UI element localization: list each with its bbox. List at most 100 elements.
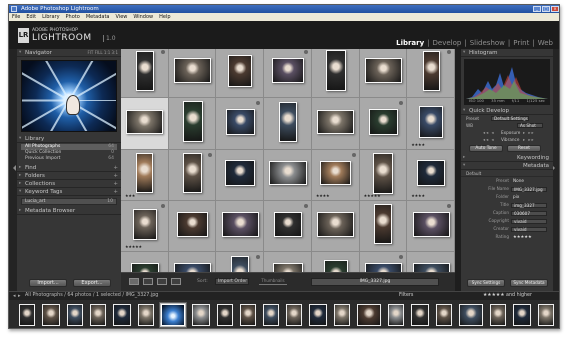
grid-cell[interactable] [359, 200, 408, 253]
photo-thumbnail[interactable] [176, 212, 209, 237]
grid-cell[interactable] [407, 200, 455, 253]
qd-wb-select[interactable]: As Shot [517, 123, 543, 128]
filmstrip-thumbnail[interactable] [334, 304, 350, 326]
photo-thumbnail[interactable] [182, 101, 203, 143]
photo-thumbnail[interactable] [135, 50, 154, 91]
exposure-increase-icon[interactable]: ▸ ▸▸ [523, 129, 535, 136]
filmstrip-thumbnail[interactable] [538, 304, 554, 326]
navigator-preview[interactable] [21, 60, 117, 132]
filmstrip-thumbnail[interactable] [309, 304, 327, 326]
filmstrip-thumbnail[interactable] [240, 304, 256, 326]
filmstrip-thumbnail[interactable] [357, 304, 381, 326]
grid-cell[interactable] [168, 252, 217, 272]
rating-stars[interactable]: ★★★★ [316, 193, 330, 198]
grid-cell[interactable]: ★★★★★ [359, 149, 408, 201]
module-develop[interactable]: Develop [433, 39, 462, 47]
import-button[interactable]: Import... [29, 279, 67, 287]
photo-thumbnail[interactable] [364, 263, 402, 272]
photo-thumbnail[interactable] [272, 58, 304, 83]
compare-view-icon[interactable] [157, 278, 167, 285]
grid-cell[interactable]: ★★★★ [407, 98, 455, 150]
grid-cell[interactable] [311, 200, 360, 253]
survey-view-icon[interactable] [171, 278, 181, 285]
find-add-icon[interactable]: + [113, 164, 118, 172]
photo-thumbnail[interactable] [132, 208, 157, 241]
filmstrip-thumbnail[interactable] [436, 304, 452, 326]
vibrance-increase-icon[interactable]: ▸ ▸▸ [523, 136, 535, 143]
module-web[interactable]: Web [538, 39, 553, 47]
photo-thumbnail[interactable] [279, 101, 297, 142]
grid-cell[interactable] [407, 49, 455, 99]
photo-thumbnail[interactable] [221, 212, 259, 237]
grid-cell[interactable]: ★★★★ [311, 149, 360, 201]
filmstrip-back-icon[interactable]: ◂ [13, 292, 16, 300]
filters-label[interactable]: Filters [399, 292, 413, 300]
grid-cell[interactable] [311, 49, 360, 99]
rating-stars[interactable]: ★★★ [125, 193, 135, 198]
sync-settings-button[interactable]: Sync Settings [467, 279, 505, 287]
photo-thumbnail[interactable] [136, 153, 154, 194]
grid-cell[interactable] [121, 98, 169, 150]
folders-add-icon[interactable]: + [113, 172, 118, 180]
keyword-tags-header[interactable]: Keyword Tags + [17, 188, 121, 196]
grid-cell[interactable] [216, 49, 265, 99]
grid-cell[interactable] [168, 200, 217, 253]
photo-thumbnail[interactable] [225, 109, 255, 135]
rating-stars[interactable]: ★★★★ [411, 142, 425, 147]
export-button[interactable]: Export... [73, 279, 111, 287]
library-header[interactable]: Library [17, 135, 121, 143]
filmstrip-thumbnail[interactable] [90, 304, 106, 326]
grid-cell[interactable] [264, 200, 312, 253]
photo-thumbnail[interactable] [273, 262, 303, 272]
navigator-header[interactable]: Navigator FIT FILL 1:1 3:1 [17, 49, 121, 57]
photo-thumbnail[interactable] [231, 255, 250, 272]
filmstrip-forward-icon[interactable]: ▸ [18, 292, 21, 300]
grid-cell[interactable]: ★★★★★ [121, 200, 169, 253]
histogram-header[interactable]: Histogram [461, 49, 553, 57]
copyright-field[interactable]: vivaid [511, 218, 547, 224]
rating-filter[interactable]: ★★★★★ and higher [483, 292, 532, 300]
minimize-button[interactable]: _ [533, 6, 541, 12]
photo-thumbnail[interactable] [364, 58, 402, 83]
photo-thumbnail[interactable] [273, 211, 303, 238]
filmstrip-thumbnail[interactable] [388, 304, 404, 326]
menu-view[interactable]: View [116, 13, 128, 21]
grid-cell[interactable] [311, 98, 360, 150]
grid-cell[interactable] [311, 252, 360, 272]
collections-header[interactable]: Collections + [17, 180, 121, 188]
photo-thumbnail[interactable] [317, 109, 355, 135]
grid-cell[interactable] [168, 98, 217, 150]
exposure-decrease-icon[interactable]: ◂◂ ◂ [483, 129, 495, 136]
photo-thumbnail[interactable] [225, 160, 256, 186]
title-field[interactable]: img_3327 [511, 202, 547, 208]
grid-view-icon[interactable] [129, 278, 139, 285]
filmstrip-thumbnail[interactable] [192, 304, 210, 326]
qd-preset-select[interactable]: Default Settings [491, 116, 529, 121]
rating-value[interactable]: ★★★★★ [511, 234, 547, 240]
grid-cell[interactable] [407, 252, 455, 272]
filmstrip-thumbnail[interactable] [67, 304, 83, 326]
photo-thumbnail[interactable] [374, 204, 393, 245]
grid-cell[interactable] [168, 149, 217, 201]
thumbnail-size-slider[interactable]: Thumbnails [255, 278, 291, 286]
photo-thumbnail[interactable] [422, 50, 440, 91]
rating-stars[interactable]: ★★★★ [411, 193, 425, 198]
sort-order-select[interactable]: Import Order [215, 278, 249, 285]
grid-cell[interactable] [264, 98, 312, 150]
filmstrip-thumbnail[interactable] [263, 304, 279, 326]
photo-thumbnail[interactable] [373, 152, 394, 194]
metadata-preset-select[interactable]: None [511, 178, 547, 184]
loupe-view-icon[interactable] [143, 278, 153, 285]
filmstrip-thumbnail[interactable] [42, 304, 60, 326]
grid-cell[interactable] [216, 98, 265, 150]
photo-thumbnail[interactable] [317, 212, 355, 237]
filmstrip-thumbnail[interactable] [161, 304, 185, 326]
collections-add-icon[interactable]: + [113, 180, 118, 188]
photo-thumbnail[interactable] [126, 109, 164, 135]
filmstrip-thumbnail[interactable] [138, 304, 154, 326]
photo-thumbnail[interactable] [412, 212, 450, 237]
grid-cell[interactable] [168, 49, 217, 99]
left-panel-toggle[interactable] [9, 49, 17, 291]
grid-cell[interactable] [216, 200, 265, 253]
grid-cell[interactable] [216, 252, 265, 272]
